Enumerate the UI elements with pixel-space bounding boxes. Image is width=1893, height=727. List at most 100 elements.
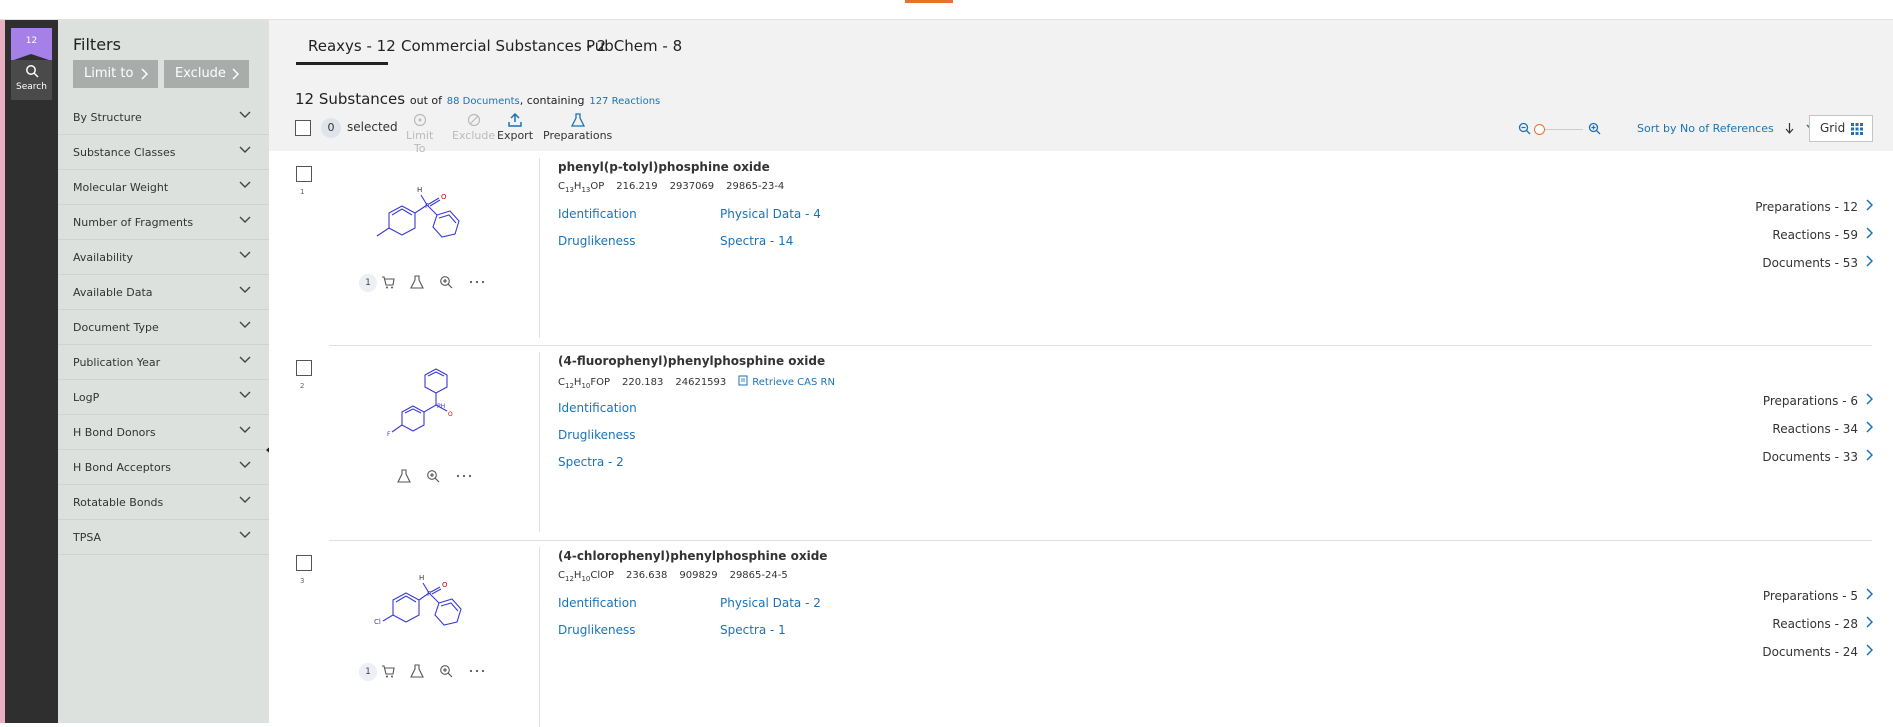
reactions-count-link[interactable]: Reactions - 59 (1772, 227, 1873, 242)
result-index: 1 (300, 188, 305, 196)
supplier-count[interactable]: 1 (359, 274, 377, 292)
limit-to-tool[interactable]: Limit To (406, 113, 433, 155)
physical-data-link[interactable]: Physical Data - 4 (720, 207, 821, 221)
zoom-in-icon[interactable] (439, 664, 453, 678)
filter-substance-classes[interactable]: Substance Classes (58, 135, 269, 170)
retrieve-cas-link[interactable]: Retrieve CAS RN (738, 375, 835, 388)
preparations-tool[interactable]: Preparations (543, 113, 612, 142)
filter-tpsa[interactable]: TPSA (58, 520, 269, 555)
more-options-icon[interactable] (456, 469, 472, 483)
chevron-right-icon (1866, 393, 1873, 405)
documents-count-link[interactable]: Documents - 33 (1762, 449, 1873, 464)
formula-rest: ClOP (590, 570, 615, 581)
spectra-link[interactable]: Spectra - 14 (720, 234, 793, 248)
flask-icon[interactable] (410, 664, 424, 678)
filter-logp[interactable]: LogP (58, 380, 269, 415)
preparations-count-link[interactable]: Preparations - 6 (1763, 393, 1873, 408)
results-summary: 12 Substances out of 88 Documents, conta… (295, 90, 660, 108)
identification-link[interactable]: Identification (558, 401, 637, 415)
tab-commercial-substances[interactable]: Commercial Substances - 2 (401, 37, 606, 65)
more-options-icon[interactable] (469, 275, 485, 289)
filter-label: Rotatable Bonds (73, 496, 164, 509)
substance-name[interactable]: (4-fluorophenyl)phenylphosphine oxide (558, 354, 825, 368)
filters-title: Filters (73, 35, 121, 54)
preparations-count-link[interactable]: Preparations - 5 (1763, 588, 1873, 603)
filter-h-bond-acceptors[interactable]: H Bond Acceptors (58, 450, 269, 485)
result-checkbox[interactable] (296, 360, 312, 376)
substance-name[interactable]: (4-chlorophenyl)phenylphosphine oxide (558, 549, 827, 563)
molecular-weight: 216.219 (616, 181, 658, 192)
druglikeness-link[interactable]: Druglikeness (558, 623, 635, 637)
reactions-count-link[interactable]: Reactions - 28 (1772, 616, 1873, 631)
result-checkbox[interactable] (296, 166, 312, 182)
result-card: 3 H P O Cl 1 (4-chlorophenyl)phenylphosp… (269, 540, 1893, 727)
supplier-count[interactable]: 1 (359, 663, 377, 681)
documents-count: Documents - 33 (1762, 450, 1858, 464)
reactions-count: Reactions - 34 (1772, 422, 1858, 436)
filter-by-structure[interactable]: By Structure (58, 100, 269, 135)
structure-image[interactable]: H P O Cl (359, 560, 489, 650)
flask-icon[interactable] (397, 469, 411, 483)
filter-number-of-fragments[interactable]: Number of Fragments (58, 205, 269, 240)
chevron-right-icon (141, 68, 148, 80)
exclude-tool[interactable]: Exclude (452, 113, 495, 142)
more-options-icon[interactable] (469, 664, 485, 678)
exclude-button[interactable]: Exclude (164, 60, 249, 88)
retrieve-cas-label: Retrieve CAS RN (752, 377, 835, 388)
filter-available-data[interactable]: Available Data (58, 275, 269, 310)
zoom-handle[interactable] (1534, 124, 1545, 135)
druglikeness-link[interactable]: Druglikeness (558, 234, 635, 248)
tab-pubchem[interactable]: PubChem - 8 (586, 37, 682, 65)
sort-arrow-down-icon[interactable] (1785, 123, 1794, 134)
filter-document-type[interactable]: Document Type (58, 310, 269, 345)
preparations-count: Preparations - 12 (1755, 200, 1858, 214)
physical-data-link[interactable]: Physical Data - 2 (720, 596, 821, 610)
filter-molecular-weight[interactable]: Molecular Weight (58, 170, 269, 205)
chevron-right-icon (1866, 227, 1873, 239)
zoom-out-icon[interactable] (1518, 122, 1531, 135)
sort-dropdown[interactable]: Sort by No of References (1637, 122, 1818, 135)
filter-rotatable-bonds[interactable]: Rotatable Bonds (58, 485, 269, 520)
druglikeness-link[interactable]: Druglikeness (558, 428, 635, 442)
identification-link[interactable]: Identification (558, 596, 637, 610)
cart-icon[interactable] (381, 664, 395, 678)
result-card: 2 PH O F (4-fluorophenyl)phenylphosphine… (269, 345, 1893, 539)
spectra-link[interactable]: Spectra - 1 (720, 623, 786, 637)
documents-count-link[interactable]: Documents - 53 (1762, 255, 1873, 270)
zoom-slider[interactable] (1518, 120, 1603, 138)
cas-number: 29865-23-4 (726, 181, 785, 192)
export-tool[interactable]: Export (497, 113, 533, 142)
select-all-checkbox[interactable] (295, 120, 311, 136)
search-button[interactable]: Search (11, 60, 52, 100)
documents-count-link[interactable]: Documents - 24 (1762, 644, 1873, 659)
formula-c: 12 (564, 575, 574, 583)
structure-image[interactable]: PH O F (359, 365, 489, 455)
zoom-in-icon[interactable] (1588, 122, 1601, 135)
reactions-count-link[interactable]: Reactions - 34 (1772, 421, 1873, 436)
grid-view-button[interactable]: Grid (1809, 115, 1873, 142)
chevron-down-icon (239, 216, 251, 223)
reactions-link[interactable]: 127 Reactions (589, 96, 660, 107)
zoom-in-icon[interactable] (439, 275, 453, 289)
preparations-count-link[interactable]: Preparations - 12 (1755, 199, 1873, 214)
selected-count: 0 (321, 118, 341, 138)
result-card: 1 H P O 1 phenyl(p-tolyl)phosphine oxide… (269, 151, 1893, 345)
filter-publication-year[interactable]: Publication Year (58, 345, 269, 380)
flask-icon[interactable] (410, 275, 424, 289)
result-checkbox[interactable] (296, 555, 312, 571)
tab-reaxys[interactable]: Reaxys - 12 (296, 37, 396, 65)
spectra-link[interactable]: Spectra - 2 (558, 455, 624, 469)
svg-text:O: O (441, 193, 447, 201)
substance-name[interactable]: phenyl(p-tolyl)phosphine oxide (558, 160, 770, 174)
identification-link[interactable]: Identification (558, 207, 637, 221)
filter-h-bond-donors[interactable]: H Bond Donors (58, 415, 269, 450)
zoom-in-icon[interactable] (426, 469, 440, 483)
svg-text:PH: PH (437, 403, 445, 410)
limit-to-button[interactable]: Limit to (73, 60, 158, 88)
reactions-count: Reactions - 28 (1772, 617, 1858, 631)
cart-icon[interactable] (381, 275, 395, 289)
structure-image[interactable]: H P O (359, 171, 489, 261)
results-count-badge[interactable]: 12 (11, 28, 52, 61)
documents-link[interactable]: 88 Documents (447, 96, 520, 107)
filter-availability[interactable]: Availability (58, 240, 269, 275)
